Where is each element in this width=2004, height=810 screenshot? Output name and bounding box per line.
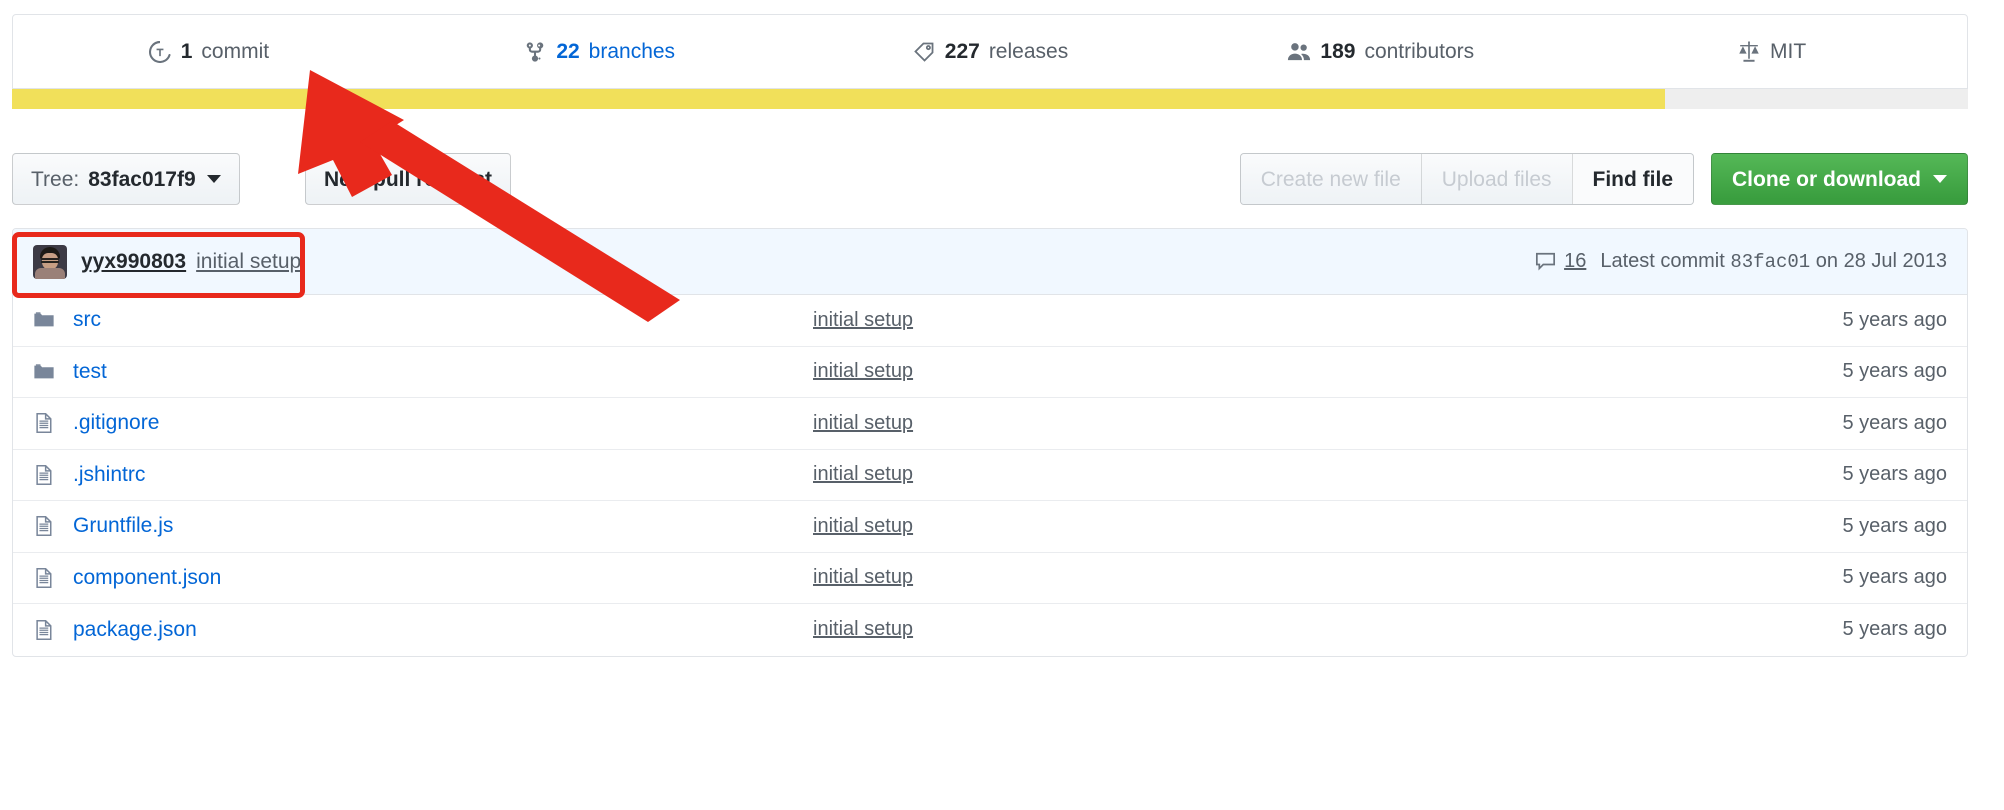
comment-icon [1534, 251, 1556, 273]
comment-count-value: 16 [1564, 250, 1586, 273]
stat-license[interactable]: MIT [1576, 40, 1967, 64]
table-row[interactable]: .jshintrc initial setup 5 years ago [13, 450, 1967, 502]
file-age: 5 years ago [1737, 360, 1947, 383]
latest-commit-date: on 28 Jul 2013 [1816, 250, 1947, 272]
file-link[interactable]: Gruntfile.js [73, 514, 813, 538]
file-commit-message[interactable]: initial setup [813, 463, 1737, 486]
chevron-down-icon [1933, 175, 1947, 183]
folder-icon [33, 361, 57, 383]
people-icon [1287, 40, 1311, 64]
find-file-button[interactable]: Find file [1572, 154, 1694, 204]
file-age: 5 years ago [1737, 515, 1947, 538]
file-icon [33, 464, 57, 486]
repo-toolbar: Tree: 83fac017f9 New pull request Create… [12, 153, 1968, 205]
history-icon [148, 40, 172, 64]
file-commit-message[interactable]: initial setup [813, 309, 1737, 332]
file-link[interactable]: component.json [73, 566, 813, 590]
language-bar [12, 89, 1968, 109]
file-age: 5 years ago [1737, 412, 1947, 435]
table-row[interactable]: .gitignore initial setup 5 years ago [13, 398, 1967, 450]
file-age: 5 years ago [1737, 618, 1947, 641]
latest-commit-row: yyx990803 initial setup 16 Latest commit… [13, 229, 1967, 295]
folder-icon [33, 309, 57, 331]
new-pull-request-button[interactable]: New pull request [305, 153, 511, 205]
clone-or-download-label: Clone or download [1732, 169, 1921, 190]
tree-sha: 83fac017f9 [88, 169, 195, 190]
commit-comment-count[interactable]: 16 [1534, 250, 1586, 273]
file-link[interactable]: .gitignore [73, 411, 813, 435]
branches-label: branches [589, 41, 675, 62]
file-commit-message[interactable]: initial setup [813, 618, 1737, 641]
file-link[interactable]: src [73, 308, 813, 332]
file-age: 5 years ago [1737, 566, 1947, 589]
table-row[interactable]: package.json initial setup 5 years ago [13, 604, 1967, 656]
commit-message-link[interactable]: initial setup [196, 250, 301, 274]
stat-branches[interactable]: 22 branches [404, 40, 795, 64]
avatar[interactable] [33, 245, 67, 279]
repository-file-browser: 1 commit 22 branches 227 releases [0, 0, 2004, 810]
upload-files-label: Upload files [1442, 169, 1552, 190]
table-row[interactable]: test initial setup 5 years ago [13, 347, 1967, 399]
latest-commit-sha: 83fac01 [1730, 251, 1810, 273]
find-file-label: Find file [1593, 169, 1674, 190]
latest-commit-prefix: Latest commit [1600, 250, 1724, 272]
tree-label: Tree: [31, 169, 79, 190]
new-pull-request-label: New pull request [324, 169, 492, 190]
clone-or-download-button[interactable]: Clone or download [1711, 153, 1968, 205]
file-link[interactable]: .jshintrc [73, 463, 813, 487]
releases-label: releases [989, 41, 1068, 62]
commits-label: commit [201, 41, 269, 62]
table-row[interactable]: Gruntfile.js initial setup 5 years ago [13, 501, 1967, 553]
create-new-file-button[interactable]: Create new file [1241, 154, 1421, 204]
commits-count: 1 [181, 41, 193, 62]
file-icon [33, 515, 57, 537]
upload-files-button[interactable]: Upload files [1421, 154, 1572, 204]
create-new-file-label: Create new file [1261, 169, 1401, 190]
stat-contributors[interactable]: 189 contributors [1185, 40, 1576, 64]
commit-author-link[interactable]: yyx990803 [81, 250, 186, 274]
contributors-count: 189 [1320, 41, 1355, 62]
file-link[interactable]: test [73, 360, 813, 384]
law-icon [1737, 40, 1761, 64]
tag-icon [912, 40, 936, 64]
commit-meta: 16 Latest commit 83fac01 on 28 Jul 2013 [1534, 250, 1947, 273]
chevron-down-icon [207, 175, 221, 183]
toolbar-right-group: Create new file Upload files Find file C… [1240, 153, 1968, 205]
stat-releases[interactable]: 227 releases [795, 40, 1186, 64]
git-branch-icon [523, 40, 547, 64]
file-commit-message[interactable]: initial setup [813, 360, 1737, 383]
table-row[interactable]: src initial setup 5 years ago [13, 295, 1967, 347]
stat-commits[interactable]: 1 commit [13, 40, 404, 64]
file-actions-group: Create new file Upload files Find file [1240, 153, 1694, 205]
file-age: 5 years ago [1737, 463, 1947, 486]
language-segment-javascript[interactable] [12, 89, 1665, 109]
file-commit-message[interactable]: initial setup [813, 515, 1737, 538]
file-link[interactable]: package.json [73, 618, 813, 642]
file-list-table: yyx990803 initial setup 16 Latest commit… [12, 228, 1968, 657]
file-icon [33, 567, 57, 589]
contributors-label: contributors [1364, 41, 1474, 62]
repo-stats-bar: 1 commit 22 branches 227 releases [12, 14, 1968, 89]
file-commit-message[interactable]: initial setup [813, 566, 1737, 589]
table-row[interactable]: component.json initial setup 5 years ago [13, 553, 1967, 605]
branches-count: 22 [556, 41, 579, 62]
file-icon [33, 412, 57, 434]
file-commit-message[interactable]: initial setup [813, 412, 1737, 435]
file-age: 5 years ago [1737, 309, 1947, 332]
releases-count: 227 [945, 41, 980, 62]
license-label: MIT [1770, 41, 1806, 62]
tree-branch-selector[interactable]: Tree: 83fac017f9 [12, 153, 240, 205]
latest-commit-info: Latest commit 83fac01 on 28 Jul 2013 [1600, 250, 1947, 273]
file-icon [33, 619, 57, 641]
